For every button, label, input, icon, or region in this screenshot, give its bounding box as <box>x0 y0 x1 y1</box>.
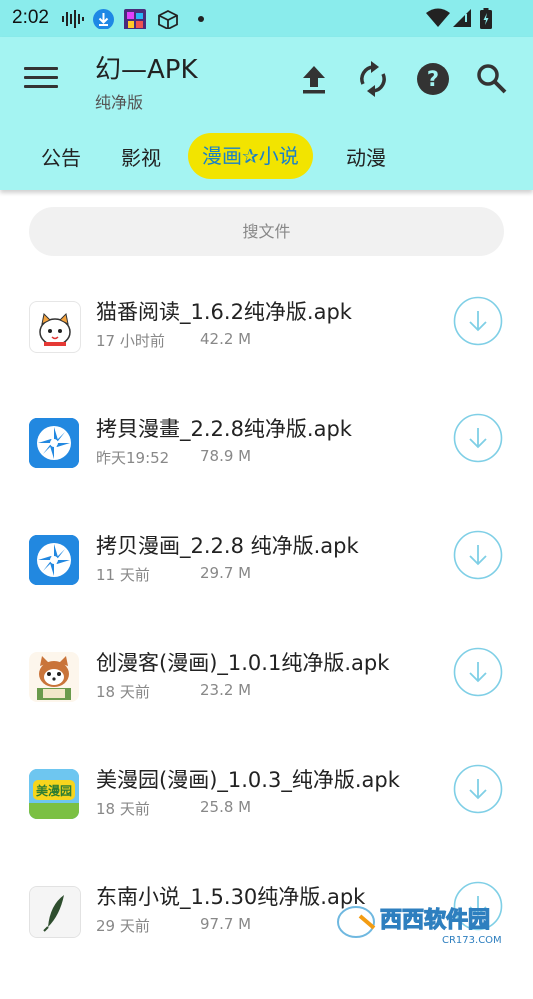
status-time: 2:02 <box>12 7 49 28</box>
file-name: 拷贝漫画_2.2.8 纯净版.apk <box>96 534 359 558</box>
tab-bar: 公告 影视 漫画✰小说 动漫 <box>0 133 533 179</box>
list-item[interactable]: 创漫客(漫画)_1.0.1纯净版.apk 18 天前 23.2 M <box>0 647 533 765</box>
file-time: 17 小时前 <box>96 332 165 350</box>
download-icon[interactable] <box>453 647 503 697</box>
svg-text:CR173.COM: CR173.COM <box>442 935 502 946</box>
file-time: 昨天19:52 <box>96 449 170 467</box>
menu-icon[interactable] <box>24 67 58 93</box>
svg-text:西西软件园: 西西软件园 <box>380 907 490 933</box>
svg-text:?: ? <box>427 67 439 91</box>
file-size: 42.2 M <box>200 330 252 348</box>
voice-wave-icon <box>62 10 84 28</box>
list-item[interactable]: 猫番阅读_1.6.2纯净版.apk 17 小时前 42.2 M <box>0 296 533 414</box>
help-icon[interactable]: ? <box>413 59 453 99</box>
search-icon[interactable] <box>472 59 512 99</box>
upload-icon[interactable] <box>294 59 334 99</box>
cube-notification-icon <box>158 9 178 29</box>
file-name: 拷貝漫畫_2.2.8纯净版.apk <box>96 417 352 441</box>
tab-announcements[interactable]: 公告 <box>41 135 81 181</box>
file-name: 猫番阅读_1.6.2纯净版.apk <box>96 300 352 324</box>
wifi-icon <box>426 8 450 27</box>
cell-signal-icon <box>453 9 471 27</box>
game-app-notification-icon <box>124 9 146 29</box>
more-notifications-dot-icon <box>198 16 204 22</box>
file-name: 美漫园(漫画)_1.0.3_纯净版.apk <box>96 768 400 792</box>
tab-anime[interactable]: 动漫 <box>346 135 386 181</box>
tab-comics-novels[interactable]: 漫画✰小说 <box>188 133 313 179</box>
download-notification-icon <box>93 9 114 29</box>
file-size: 23.2 M <box>200 681 252 699</box>
file-size: 78.9 M <box>200 447 252 465</box>
list-item[interactable]: 拷贝漫画_2.2.8 纯净版.apk 11 天前 29.7 M <box>0 530 533 648</box>
download-icon[interactable] <box>453 413 503 463</box>
app-title: 幻—APK <box>95 55 198 85</box>
meimanyuan-app-icon: 美漫园 <box>29 769 79 819</box>
file-size: 25.8 M <box>200 798 252 816</box>
kaobei-app-icon <box>29 535 79 585</box>
list-item[interactable]: 美漫园 美漫园(漫画)_1.0.3_纯净版.apk 18 天前 25.8 M <box>0 764 533 882</box>
file-name: 创漫客(漫画)_1.0.1纯净版.apk <box>96 651 390 675</box>
file-name: 东南小说_1.5.30纯净版.apk <box>96 885 366 909</box>
app-bar: 幻—APK 纯净版 ? 公告 影视 漫画✰小说 动漫 <box>0 37 533 190</box>
svg-text:美漫园: 美漫园 <box>36 783 72 798</box>
app-subtitle: 纯净版 <box>95 93 144 112</box>
file-time: 11 天前 <box>96 566 150 584</box>
list-item[interactable]: 拷貝漫畫_2.2.8纯净版.apk 昨天19:52 78.9 M <box>0 413 533 531</box>
file-size: 97.7 M <box>200 915 252 933</box>
battery-icon <box>480 8 492 29</box>
file-time: 18 天前 <box>96 800 150 818</box>
tab-movies[interactable]: 影视 <box>121 135 161 181</box>
kaobei-app-icon <box>29 418 79 468</box>
search-files-input[interactable]: 搜文件 <box>29 207 504 256</box>
file-size: 29.7 M <box>200 564 252 582</box>
download-icon[interactable] <box>453 764 503 814</box>
site-watermark-logo: 西西软件园 CR173.COM <box>335 904 502 946</box>
dongnan-app-icon <box>29 886 81 938</box>
file-time: 18 天前 <box>96 683 150 701</box>
download-icon[interactable] <box>453 296 503 346</box>
maofan-app-icon <box>29 301 81 353</box>
file-time: 29 天前 <box>96 917 150 935</box>
status-bar: 2:02 <box>0 0 533 37</box>
chuangmanke-app-icon <box>29 652 79 702</box>
refresh-icon[interactable] <box>353 59 393 99</box>
download-icon[interactable] <box>453 530 503 580</box>
